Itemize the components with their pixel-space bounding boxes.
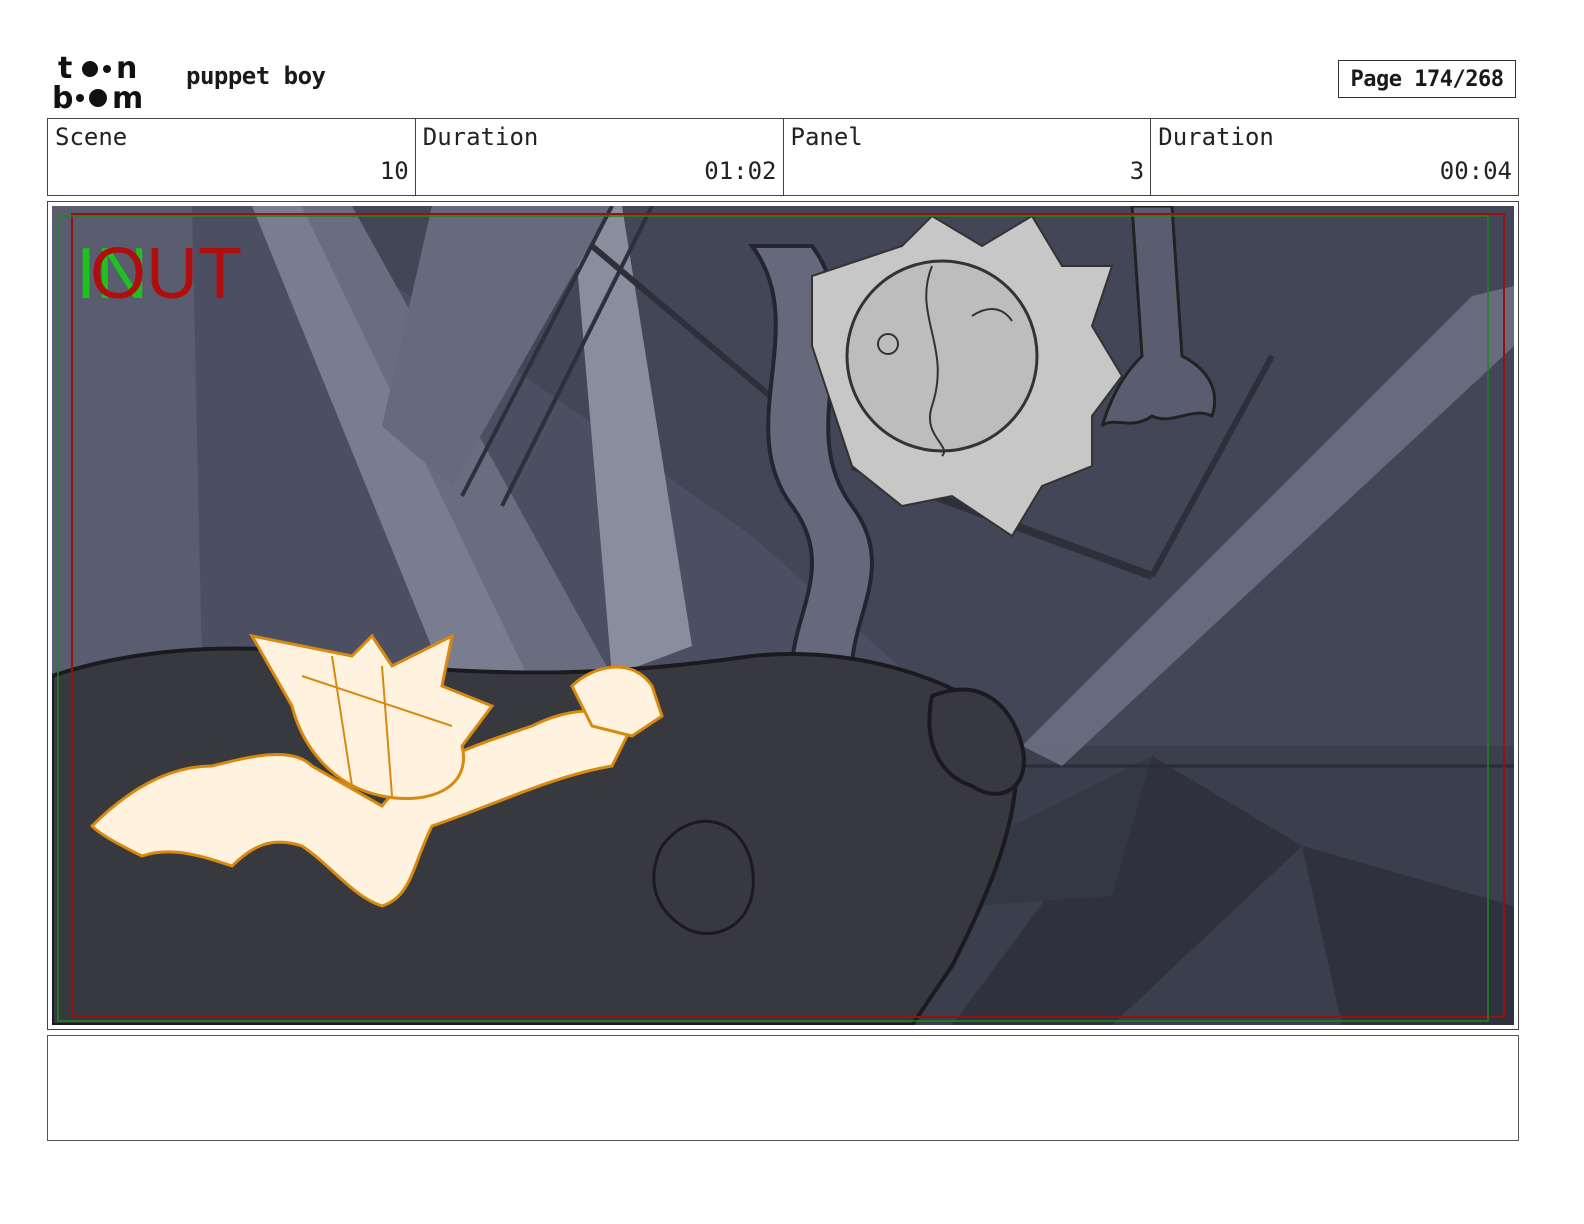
page-number: Page 174/268 — [1338, 60, 1516, 98]
scene-duration-value: 01:02 — [704, 157, 777, 185]
panel-duration-value: 00:04 — [1439, 157, 1512, 185]
toonboom-logo: t n b m — [52, 52, 143, 112]
scene-duration-cell: Duration 01:02 — [416, 119, 784, 195]
panel-value: 3 — [1129, 157, 1145, 185]
project-title: puppet boy — [186, 62, 326, 90]
info-row: Scene 10 Duration 01:02 Panel 3 Duration… — [47, 118, 1519, 196]
scene-duration-label: Duration — [422, 123, 539, 151]
scene-value: 10 — [379, 157, 409, 185]
notes-box[interactable] — [47, 1035, 1519, 1141]
scene-cell: Scene 10 — [48, 119, 416, 195]
panel-cell: Panel 3 — [784, 119, 1152, 195]
panel-label: Panel — [790, 123, 863, 151]
panel-duration-label: Duration — [1158, 123, 1274, 151]
panel-artwork — [52, 206, 1514, 1025]
out-marker: OUT — [90, 234, 242, 314]
svg-text:b: b — [52, 81, 73, 112]
panel-duration-cell: Duration 00:04 — [1151, 119, 1518, 195]
scene-label: Scene — [55, 123, 128, 151]
svg-text:m: m — [112, 81, 143, 112]
